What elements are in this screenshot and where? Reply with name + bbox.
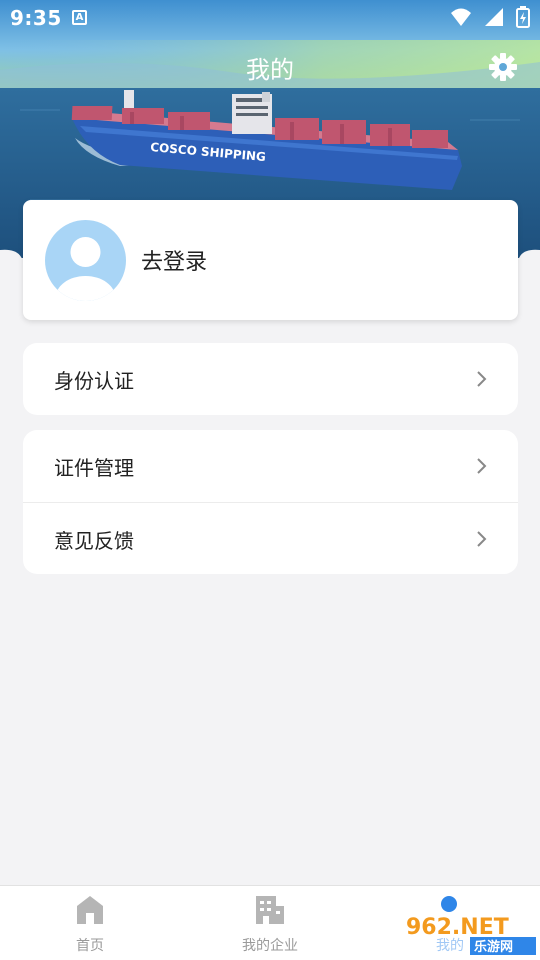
nav-item-home[interactable]: 首页 [0,886,180,960]
default-avatar-icon [55,237,116,301]
menu-item-label: 证件管理 [54,456,134,480]
login-card[interactable]: 去登录 [23,200,518,320]
menu-item-identity-verification[interactable]: 身份认证 [23,343,518,415]
status-icons [444,6,530,30]
gear-icon [489,53,517,81]
home-icon [77,896,103,924]
notification-icon: A [72,10,87,25]
nav-item-label: 首页 [76,938,104,954]
avatar[interactable] [45,220,126,301]
settings-button[interactable] [488,52,518,82]
watermark-logo: 962.NET 乐游网 [402,912,538,956]
building-icon [256,896,284,924]
login-link[interactable]: 去登录 [141,244,207,276]
status-bar: 9:35 A [0,0,540,36]
menu-item-label: 意见反馈 [54,529,134,553]
menu-item-label: 身份认证 [54,369,134,393]
wifi-icon [450,8,471,26]
status-time: 9:35 [10,6,62,30]
nav-item-my-enterprise[interactable]: 我的企业 [180,886,360,960]
menu-group-services: 证件管理 意见反馈 [23,430,518,574]
nav-item-label: 我的企业 [242,938,298,954]
watermark-sub: 乐游网 [474,939,513,955]
page-title: 我的 [246,56,294,84]
watermark-brand: 962.NET [406,915,509,940]
chevron-right-icon [477,531,487,547]
cell-signal-icon [484,8,503,26]
chevron-right-icon [477,458,487,474]
menu-item-feedback[interactable]: 意见反馈 [23,502,518,574]
menu-group-identity: 身份认证 [23,343,518,415]
chevron-right-icon [477,371,487,387]
battery-charging-icon [516,6,530,28]
menu-item-certificate-management[interactable]: 证件管理 [23,430,518,502]
